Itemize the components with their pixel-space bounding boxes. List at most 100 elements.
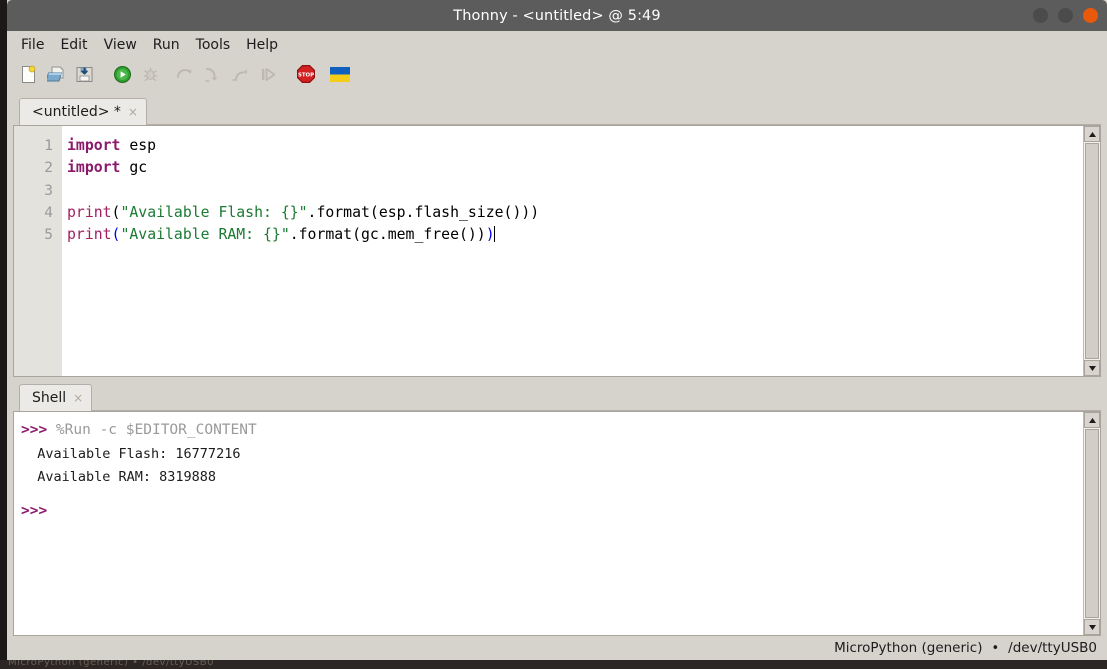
shell-scroll-up-button[interactable] bbox=[1084, 412, 1100, 428]
shell-blank-line bbox=[21, 490, 1083, 500]
debug-icon bbox=[141, 65, 160, 88]
editor-tab-close-icon[interactable]: × bbox=[128, 106, 138, 118]
editor-text-area-wrap: 1 2 3 4 5 import esp import gc print("Ava… bbox=[13, 125, 1101, 377]
editor-scroll-up-button[interactable] bbox=[1084, 126, 1100, 142]
shell-output: Available Flash: 16777216 bbox=[21, 445, 241, 462]
shell-prompt: >>> bbox=[21, 502, 48, 519]
menu-item-run[interactable]: Run bbox=[145, 34, 188, 56]
step-into-icon bbox=[203, 65, 222, 88]
save-file-icon bbox=[75, 65, 94, 88]
close-button[interactable] bbox=[1083, 8, 1098, 23]
menu-item-view[interactable]: View bbox=[96, 34, 145, 56]
stop-icon: STOP bbox=[296, 64, 316, 88]
code-token: gc bbox=[120, 159, 148, 177]
window-title: Thonny - <untitled> @ 5:49 bbox=[453, 7, 661, 24]
ukraine-flag-button[interactable] bbox=[327, 63, 353, 89]
menu-item-help[interactable]: Help bbox=[238, 34, 286, 56]
code-token: print bbox=[67, 226, 112, 244]
shell-prompt: >>> bbox=[21, 422, 48, 438]
editor-scroll-down-button[interactable] bbox=[1084, 360, 1100, 376]
shell-text-area-wrap: >>> %Run -c $EDITOR_CONTENT Available Fl… bbox=[13, 411, 1101, 636]
shell-pane: Shell × >>> %Run -c $EDITOR_CONTENT Avai… bbox=[13, 383, 1101, 636]
code-line: print("Available RAM: {}".format(gc.mem_… bbox=[67, 224, 1083, 246]
shell-tab[interactable]: Shell × bbox=[19, 384, 93, 411]
status-port[interactable]: /dev/ttyUSB0 bbox=[1008, 640, 1097, 656]
editor-pane: <untitled> * × 1 2 3 4 5 import esp impor… bbox=[13, 97, 1101, 377]
editor-scroll-track[interactable] bbox=[1084, 142, 1100, 360]
shell-scroll-thumb[interactable] bbox=[1085, 429, 1099, 618]
shell-tabstrip: Shell × bbox=[13, 383, 1101, 411]
editor-tab-untitled[interactable]: <untitled> * × bbox=[19, 98, 147, 125]
minimize-button[interactable] bbox=[1033, 8, 1048, 23]
resume-icon bbox=[259, 65, 278, 88]
editor-tabstrip-filler bbox=[146, 99, 1101, 125]
line-number: 4 bbox=[44, 204, 53, 221]
code-token: print bbox=[67, 203, 112, 221]
editor-code-area[interactable]: import esp import gc print("Available Fla… bbox=[62, 126, 1083, 376]
stop-button[interactable]: STOP bbox=[293, 63, 319, 89]
code-token: import bbox=[67, 137, 121, 154]
menu-item-file[interactable]: File bbox=[13, 34, 52, 56]
shell-vertical-scrollbar[interactable] bbox=[1083, 412, 1100, 635]
shell-line: Available RAM: 8319888 bbox=[21, 466, 1083, 490]
menu-item-tools[interactable]: Tools bbox=[188, 34, 239, 56]
debug-button[interactable] bbox=[137, 63, 163, 89]
code-token: .format(esp.flash_size())) bbox=[307, 203, 540, 221]
title-bar[interactable]: Thonny - <untitled> @ 5:49 bbox=[7, 0, 1107, 31]
line-number: 3 bbox=[44, 182, 53, 199]
step-over-button[interactable] bbox=[171, 63, 197, 89]
menu-bar: File Edit View Run Tools Help bbox=[7, 31, 1107, 59]
shell-output-area[interactable]: >>> %Run -c $EDITOR_CONTENT Available Fl… bbox=[14, 412, 1083, 635]
editor-tabstrip: <untitled> * × bbox=[13, 97, 1101, 125]
editor-vertical-scrollbar[interactable] bbox=[1083, 126, 1100, 376]
step-out-icon bbox=[231, 65, 250, 88]
run-icon bbox=[113, 65, 132, 88]
run-button[interactable] bbox=[109, 63, 135, 89]
shell-scroll-track[interactable] bbox=[1084, 428, 1100, 619]
shell-line: >>> bbox=[21, 500, 1083, 524]
line-number: 1 bbox=[44, 138, 53, 154]
status-bar: MicroPython (generic) • /dev/ttyUSB0 bbox=[7, 636, 1107, 660]
editor-tab-label: <untitled> * bbox=[32, 104, 121, 120]
step-out-button[interactable] bbox=[227, 63, 253, 89]
shell-line: >>> %Run -c $EDITOR_CONTENT bbox=[21, 419, 1083, 443]
status-separator: • bbox=[991, 640, 1000, 656]
menu-item-edit[interactable]: Edit bbox=[52, 34, 95, 56]
svg-text:STOP: STOP bbox=[298, 73, 314, 79]
resume-button[interactable] bbox=[255, 63, 281, 89]
shell-command: %Run -c $EDITOR_CONTENT bbox=[47, 422, 257, 438]
code-line: import gc bbox=[67, 157, 1083, 179]
desktop-left-strip bbox=[0, 0, 7, 669]
code-token: import bbox=[67, 159, 121, 177]
shell-scroll-down-button[interactable] bbox=[1084, 619, 1100, 635]
maximize-button[interactable] bbox=[1058, 8, 1073, 23]
status-interpreter[interactable]: MicroPython (generic) bbox=[834, 640, 982, 656]
step-over-icon bbox=[175, 65, 194, 88]
thonny-window: Thonny - <untitled> @ 5:49 File Edit Vie… bbox=[7, 0, 1107, 660]
code-line: print("Available Flash: {}".format(esp.f… bbox=[67, 202, 1083, 224]
shell-tab-label: Shell bbox=[32, 390, 67, 406]
line-number: 2 bbox=[44, 160, 53, 177]
shell-output: Available RAM: 8319888 bbox=[21, 469, 217, 485]
save-file-button[interactable] bbox=[71, 63, 97, 89]
editor-scroll-thumb[interactable] bbox=[1085, 143, 1099, 359]
shell-line: Available Flash: 16777216 bbox=[21, 443, 1083, 467]
desktop-bottom-strip: MicroPython (generic) • /dev/ttyUSB0 bbox=[0, 660, 1107, 669]
shell-tabstrip-filler bbox=[92, 385, 1101, 411]
text-cursor bbox=[493, 226, 495, 243]
shell-tab-close-icon[interactable]: × bbox=[73, 392, 83, 404]
code-token: esp bbox=[120, 137, 157, 154]
new-file-icon bbox=[19, 65, 38, 88]
line-number: 5 bbox=[44, 227, 53, 244]
code-token: "Available Flash: {}" bbox=[120, 203, 308, 221]
open-file-button[interactable] bbox=[43, 63, 69, 89]
code-line: import esp bbox=[67, 135, 1083, 157]
toolbar: STOP bbox=[7, 59, 1107, 93]
code-token: "Available RAM: {}" bbox=[120, 226, 290, 244]
editor-line-number-gutter: 1 2 3 4 5 bbox=[14, 126, 62, 376]
new-file-button[interactable] bbox=[15, 63, 41, 89]
step-into-button[interactable] bbox=[199, 63, 225, 89]
open-file-icon bbox=[44, 65, 66, 88]
ukraine-flag-icon bbox=[330, 66, 350, 86]
